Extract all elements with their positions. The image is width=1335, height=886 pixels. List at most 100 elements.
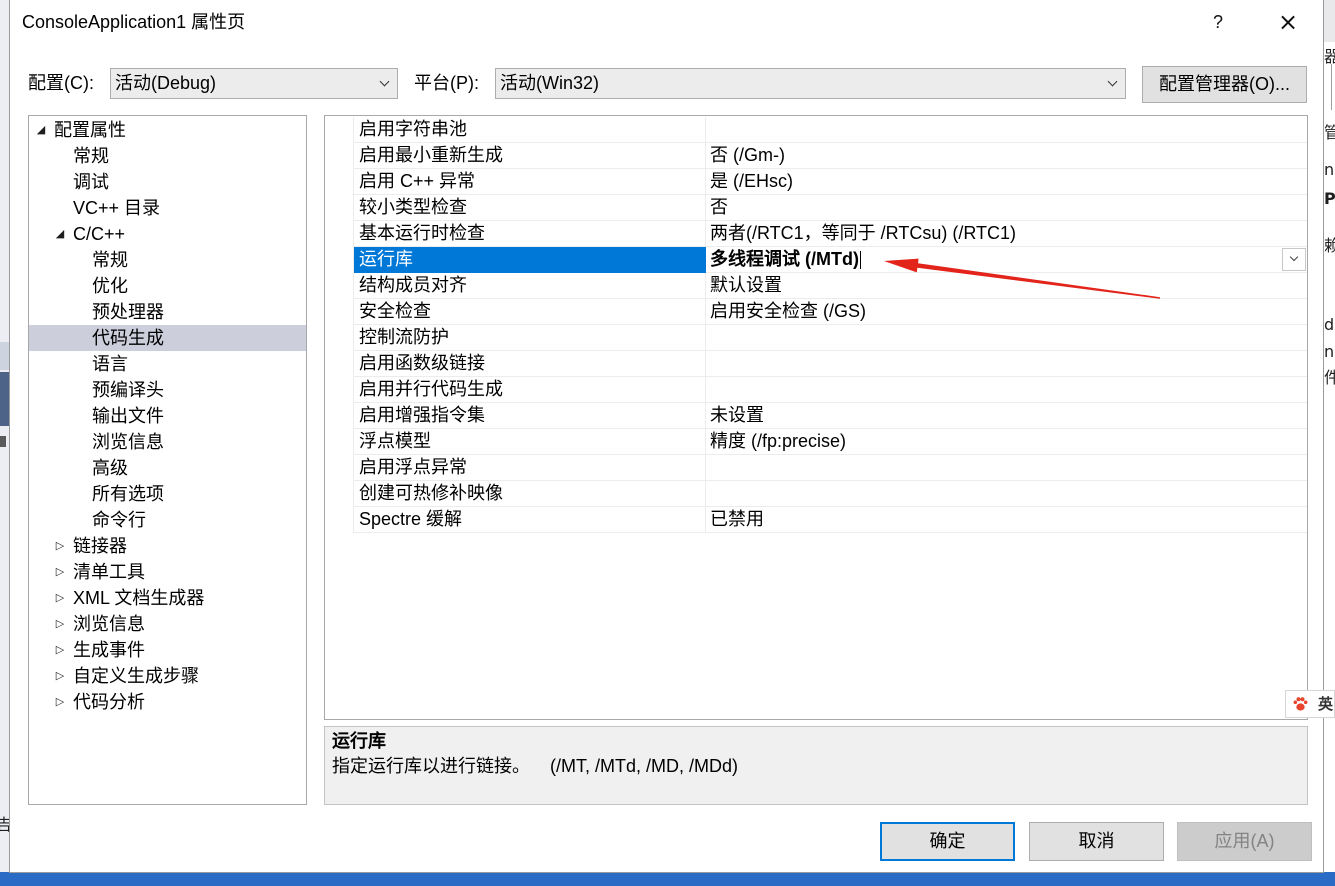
platform-dropdown[interactable]: 活动(Win32) bbox=[495, 68, 1126, 99]
property-name[interactable]: 启用 C++ 异常 bbox=[354, 169, 706, 195]
tree-item-label: 代码分析 bbox=[73, 692, 145, 712]
collapsed-triangle-icon[interactable] bbox=[54, 585, 66, 611]
property-row[interactable]: 安全检查 启用安全检查 (/GS) bbox=[325, 299, 1307, 325]
cancel-button[interactable]: 取消 bbox=[1029, 822, 1164, 861]
property-value-editor[interactable]: 多线程调试 (/MTd) bbox=[706, 247, 1307, 273]
tree-item-general[interactable]: 常规 bbox=[29, 143, 306, 169]
property-grid[interactable]: 启用字符串池 启用最小重新生成 否 (/Gm-) 启用 C++ 异常 是 (/E… bbox=[324, 115, 1308, 720]
property-tree[interactable]: 配置属性 常规 调试 VC++ 目录 C/C++ 常规 优化 预处理器 bbox=[28, 115, 307, 805]
property-name[interactable]: 控制流防护 bbox=[354, 325, 706, 351]
help-button[interactable]: ? bbox=[1195, 0, 1241, 44]
expanded-triangle-icon[interactable] bbox=[54, 221, 66, 247]
property-row[interactable]: 基本运行时检查 两者(/RTC1，等同于 /RTCsu) (/RTC1) bbox=[325, 221, 1307, 247]
property-value[interactable] bbox=[706, 325, 1307, 351]
chevron-down-icon bbox=[379, 76, 390, 87]
collapsed-triangle-icon[interactable] bbox=[54, 533, 66, 559]
collapsed-triangle-icon[interactable] bbox=[54, 611, 66, 637]
platform-value: 活动(Win32) bbox=[500, 73, 600, 93]
property-value[interactable]: 否 bbox=[706, 195, 1307, 221]
tree-item-cpp-browse-information[interactable]: 浏览信息 bbox=[29, 429, 306, 455]
property-name[interactable]: 结构成员对齐 bbox=[354, 273, 706, 299]
tree-item-build-events[interactable]: 生成事件 bbox=[29, 637, 306, 663]
property-name[interactable]: 创建可热修补映像 bbox=[354, 481, 706, 507]
tree-item-custom-build-step[interactable]: 自定义生成步骤 bbox=[29, 663, 306, 689]
property-name[interactable]: 较小类型检查 bbox=[354, 195, 706, 221]
configuration-manager-button[interactable]: 配置管理器(O)... bbox=[1142, 66, 1307, 103]
tree-item-code-analysis[interactable]: 代码分析 bbox=[29, 689, 306, 715]
tree-item-manifest-tool[interactable]: 清单工具 bbox=[29, 559, 306, 585]
tree-item-cpp-advanced[interactable]: 高级 bbox=[29, 455, 306, 481]
tree-item-cpp-output-files[interactable]: 输出文件 bbox=[29, 403, 306, 429]
property-value[interactable]: 精度 (/fp:precise) bbox=[706, 429, 1307, 455]
tree-item-cpp-command-line[interactable]: 命令行 bbox=[29, 507, 306, 533]
property-row[interactable]: 启用增强指令集 未设置 bbox=[325, 403, 1307, 429]
property-row[interactable]: 浮点模型 精度 (/fp:precise) bbox=[325, 429, 1307, 455]
tree-item-cpp-all-options[interactable]: 所有选项 bbox=[29, 481, 306, 507]
close-button[interactable]: × bbox=[1265, 0, 1311, 44]
apply-button[interactable]: 应用(A) bbox=[1177, 822, 1312, 861]
property-value[interactable]: 启用安全检查 (/GS) bbox=[706, 299, 1307, 325]
tree-item-cpp-preprocessor[interactable]: 预处理器 bbox=[29, 299, 306, 325]
property-row[interactable]: 创建可热修补映像 bbox=[325, 481, 1307, 507]
tree-item-linker[interactable]: 链接器 bbox=[29, 533, 306, 559]
property-name[interactable]: Spectre 缓解 bbox=[354, 507, 706, 533]
property-row[interactable]: 启用并行代码生成 bbox=[325, 377, 1307, 403]
property-name[interactable]: 基本运行时检查 bbox=[354, 221, 706, 247]
property-value[interactable] bbox=[706, 455, 1307, 481]
property-value[interactable]: 是 (/EHsc) bbox=[706, 169, 1307, 195]
property-row[interactable]: 启用最小重新生成 否 (/Gm-) bbox=[325, 143, 1307, 169]
configuration-dropdown[interactable]: 活动(Debug) bbox=[110, 68, 398, 99]
tree-item-cpp-optimization[interactable]: 优化 bbox=[29, 273, 306, 299]
row-gutter bbox=[325, 351, 354, 377]
tree-item-cpp-general[interactable]: 常规 bbox=[29, 247, 306, 273]
property-name[interactable]: 启用最小重新生成 bbox=[354, 143, 706, 169]
tree-item-label: C/C++ bbox=[73, 224, 126, 244]
property-row[interactable]: 启用函数级链接 bbox=[325, 351, 1307, 377]
background-text-fragment: 器 bbox=[1324, 47, 1335, 66]
property-row[interactable]: 启用浮点异常 bbox=[325, 455, 1307, 481]
tree-item-cpp-language[interactable]: 语言 bbox=[29, 351, 306, 377]
property-name[interactable]: 启用字符串池 bbox=[354, 117, 706, 143]
property-value[interactable] bbox=[706, 481, 1307, 507]
property-row[interactable]: 启用字符串池 bbox=[325, 117, 1307, 143]
tree-item-label: 输出文件 bbox=[92, 406, 164, 426]
tree-item-cpp-precompiled-headers[interactable]: 预编译头 bbox=[29, 377, 306, 403]
property-name[interactable]: 启用函数级链接 bbox=[354, 351, 706, 377]
property-name[interactable]: 运行库 bbox=[354, 247, 706, 273]
property-value[interactable] bbox=[706, 377, 1307, 403]
tree-item-xml-document-generator[interactable]: XML 文档生成器 bbox=[29, 585, 306, 611]
tree-item-browse-information[interactable]: 浏览信息 bbox=[29, 611, 306, 637]
property-value[interactable]: 两者(/RTC1，等同于 /RTCsu) (/RTC1) bbox=[706, 221, 1307, 247]
collapsed-triangle-icon[interactable] bbox=[54, 637, 66, 663]
row-gutter bbox=[325, 169, 354, 195]
tree-item-configuration-properties[interactable]: 配置属性 bbox=[29, 117, 306, 143]
property-value[interactable]: 已禁用 bbox=[706, 507, 1307, 533]
property-value[interactable]: 否 (/Gm-) bbox=[706, 143, 1307, 169]
property-row[interactable]: 结构成员对齐 默认设置 bbox=[325, 273, 1307, 299]
property-value[interactable]: 默认设置 bbox=[706, 273, 1307, 299]
tree-item-cpp-code-generation[interactable]: 代码生成 bbox=[29, 325, 306, 351]
property-row-selected[interactable]: 运行库 多线程调试 (/MTd) bbox=[325, 247, 1307, 273]
property-row[interactable]: Spectre 缓解 已禁用 bbox=[325, 507, 1307, 533]
property-name[interactable]: 启用浮点异常 bbox=[354, 455, 706, 481]
property-row[interactable]: 控制流防护 bbox=[325, 325, 1307, 351]
value-dropdown-button[interactable] bbox=[1282, 248, 1306, 271]
property-row[interactable]: 较小类型检查 否 bbox=[325, 195, 1307, 221]
property-name[interactable]: 安全检查 bbox=[354, 299, 706, 325]
property-name[interactable]: 启用并行代码生成 bbox=[354, 377, 706, 403]
property-name[interactable]: 启用增强指令集 bbox=[354, 403, 706, 429]
collapsed-triangle-icon[interactable] bbox=[54, 663, 66, 689]
expanded-triangle-icon[interactable] bbox=[35, 117, 47, 143]
property-value[interactable]: 未设置 bbox=[706, 403, 1307, 429]
tree-item-vc-directories[interactable]: VC++ 目录 bbox=[29, 195, 306, 221]
tree-item-c-cpp[interactable]: C/C++ bbox=[29, 221, 306, 247]
property-value[interactable] bbox=[706, 117, 1307, 143]
property-name[interactable]: 浮点模型 bbox=[354, 429, 706, 455]
property-value[interactable] bbox=[706, 351, 1307, 377]
ime-toolbar[interactable]: 英 bbox=[1285, 690, 1335, 718]
property-row[interactable]: 启用 C++ 异常 是 (/EHsc) bbox=[325, 169, 1307, 195]
tree-item-debugging[interactable]: 调试 bbox=[29, 169, 306, 195]
collapsed-triangle-icon[interactable] bbox=[54, 559, 66, 585]
ok-button[interactable]: 确定 bbox=[880, 822, 1015, 861]
collapsed-triangle-icon[interactable] bbox=[54, 689, 66, 715]
